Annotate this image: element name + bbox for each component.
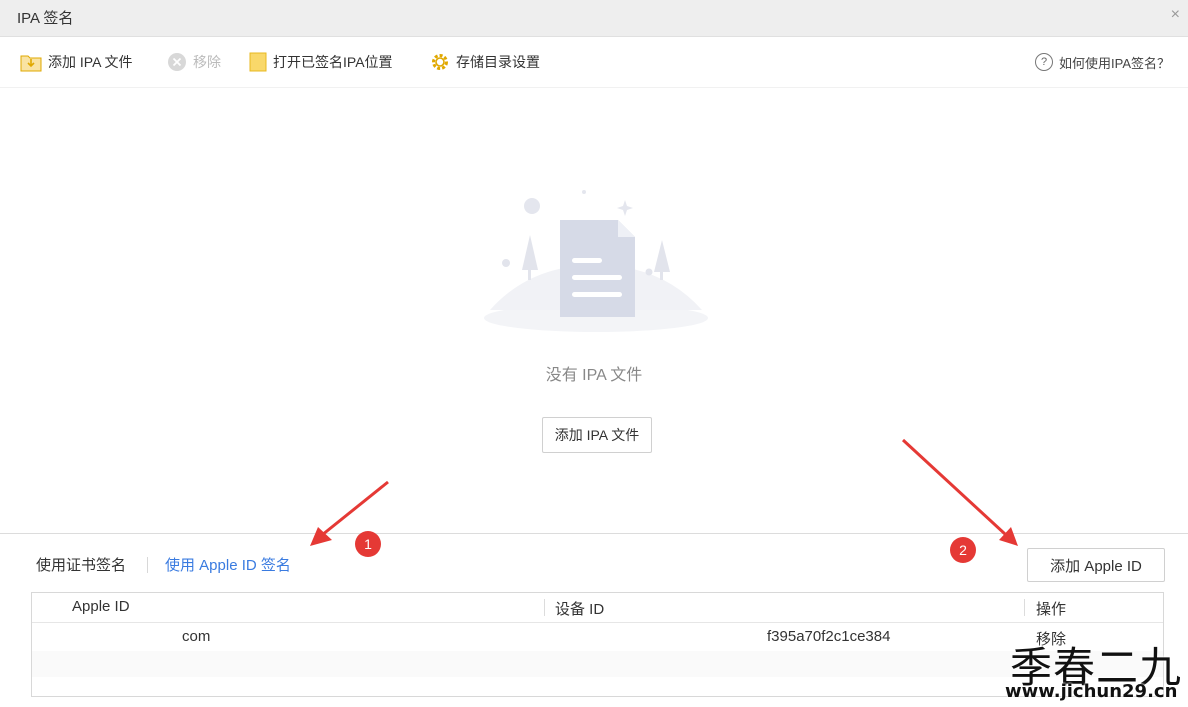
window-title: IPA 签名 <box>17 10 74 27</box>
question-icon: ? <box>1035 53 1053 71</box>
column-separator <box>544 599 545 616</box>
empty-document-illustration <box>484 190 708 332</box>
help-label: 如何使用IPA签名？ <box>1059 55 1170 71</box>
tab-cert-sign[interactable]: 使用证书签名 <box>36 554 126 575</box>
table-row[interactable]: com f395a70f2c1ce384 移除 <box>32 623 1163 651</box>
open-signed-label: 打开已签名IPA位置 <box>273 54 393 70</box>
header-action: 操作 <box>1036 601 1067 618</box>
annotation-badge-1: 1 <box>355 531 381 557</box>
header-device-id: 设备 ID <box>555 601 605 618</box>
folder-add-icon <box>20 55 42 72</box>
remove-circle-icon <box>168 53 186 71</box>
storage-settings-button[interactable]: 存储目录设置 <box>430 51 540 73</box>
header-apple-id: Apple ID <box>72 598 130 615</box>
add-ipa-label: 添加 IPA 文件 <box>48 54 133 70</box>
table-row-empty <box>32 651 1163 677</box>
table-header: Apple ID 设备 ID 操作 <box>32 593 1163 623</box>
annotation-badge-2: 2 <box>950 537 976 563</box>
remove-label: 移除 <box>193 54 221 70</box>
close-button[interactable]: × <box>1171 6 1180 24</box>
tab-appleid-sign[interactable]: 使用 Apple ID 签名 <box>165 554 291 575</box>
tab-separator <box>147 557 148 573</box>
column-separator <box>1024 599 1025 616</box>
watermark-url: www.jichun29.cn <box>1005 681 1178 702</box>
cell-apple-id: com <box>182 628 211 645</box>
open-signed-location-button[interactable]: 打开已签名IPA位置 <box>249 51 393 73</box>
section-divider <box>0 533 1188 534</box>
folder-icon <box>249 52 267 72</box>
add-ipa-toolbar-button[interactable]: 添加 IPA 文件 <box>20 51 133 73</box>
add-appleid-button[interactable]: 添加 Apple ID <box>1027 548 1165 582</box>
appleid-table: Apple ID 设备 ID 操作 com f395a70f2c1ce384 移… <box>31 592 1164 697</box>
remove-toolbar-button[interactable]: 移除 <box>167 51 221 73</box>
storage-settings-label: 存储目录设置 <box>456 54 540 70</box>
cell-device-id: f395a70f2c1ce384 <box>767 628 891 645</box>
toolbar: 添加 IPA 文件 移除 打开已签名IPA位置 存储目录设置 ? 如何使用IPA… <box>0 37 1188 88</box>
empty-message: 没有 IPA 文件 <box>545 367 643 384</box>
title-bar: IPA 签名 × <box>0 0 1188 37</box>
add-ipa-button[interactable]: 添加 IPA 文件 <box>542 417 652 453</box>
ipa-sign-window: IPA 签名 × 添加 IPA 文件 移除 打开已签名IPA位置 存储目录设置 … <box>0 0 1188 707</box>
help-link[interactable]: ? 如何使用IPA签名？ <box>1035 51 1170 73</box>
gear-icon <box>432 54 448 70</box>
